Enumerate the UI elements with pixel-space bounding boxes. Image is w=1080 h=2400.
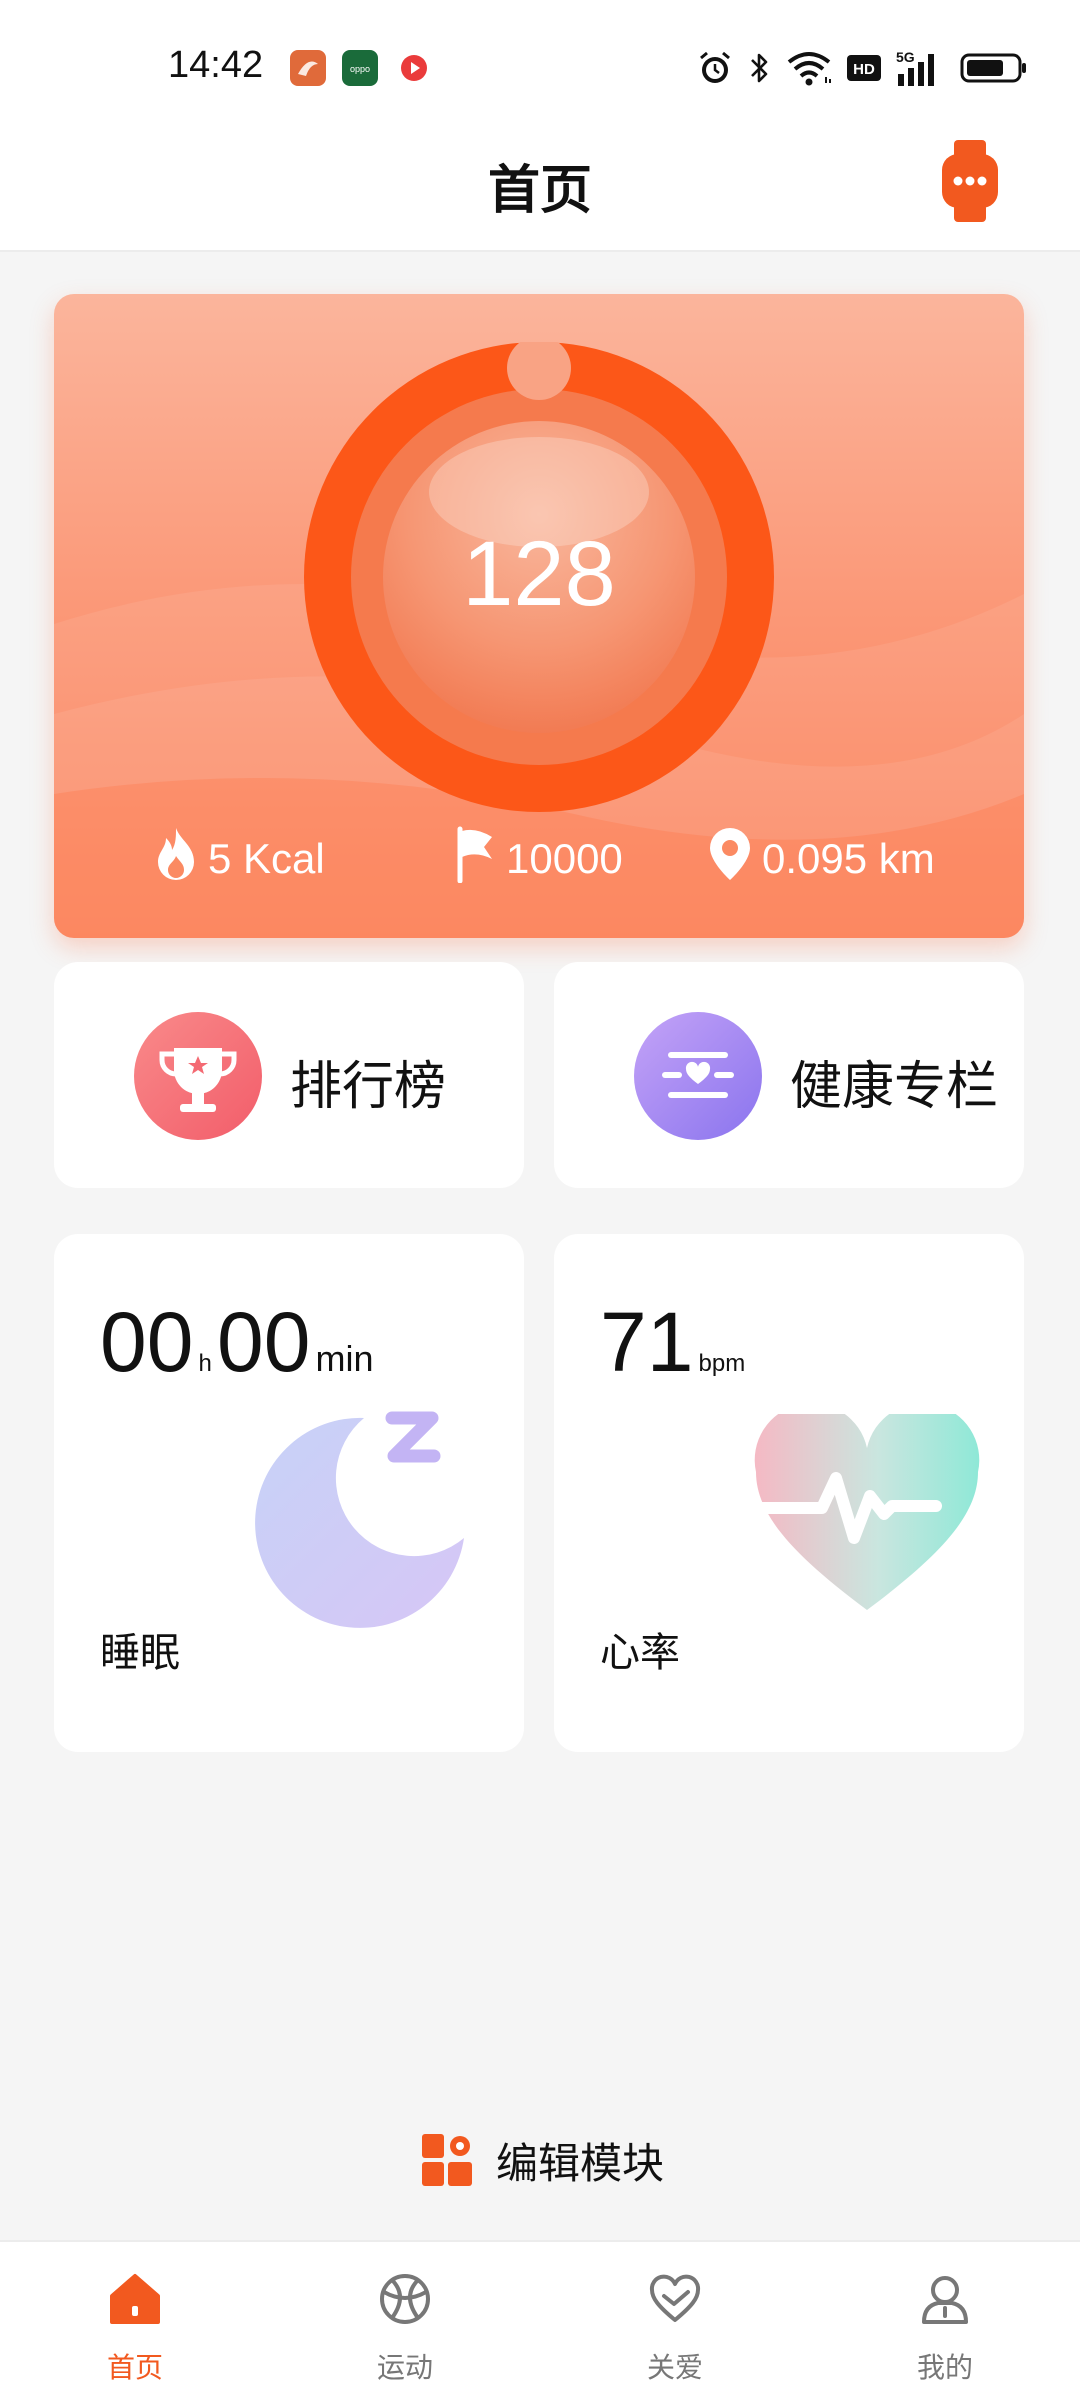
- sleep-label: 睡眠: [100, 1630, 180, 1676]
- heart-rate-reading: 71 bpm: [600, 1294, 745, 1391]
- system-status-icons: HD 5G: [696, 46, 1028, 90]
- oppo-app-icon: oppo: [342, 50, 378, 86]
- distance-value: 0.095 km: [762, 835, 935, 882]
- sleep-minutes: 00: [216, 1295, 311, 1389]
- distance-stat: 0.095 km: [708, 824, 935, 894]
- calories-value: 5 Kcal: [208, 835, 325, 882]
- signal-5g-icon: 5G: [896, 48, 946, 88]
- heart-pulse-icon: [752, 1414, 980, 1610]
- page-title: 首页: [487, 161, 592, 221]
- watch-icon[interactable]: [938, 138, 1002, 224]
- health-column-card[interactable]: 健康专栏: [554, 962, 1024, 1188]
- profile-icon: [922, 2276, 968, 2324]
- goal-stat: 10000: [454, 824, 623, 894]
- tab-sport-label: 运动: [376, 2351, 433, 2384]
- module-grid-icon: [422, 2134, 472, 2186]
- leaderboard-card[interactable]: 排行榜: [54, 962, 524, 1188]
- care-heart-icon: [649, 2274, 701, 2322]
- bluetooth-icon: [748, 48, 772, 88]
- heart-rate-label: 心率: [600, 1630, 680, 1676]
- alarm-icon: [696, 48, 734, 88]
- sleep-duration: 00 h 00 min: [100, 1294, 374, 1391]
- top-header: 首页: [0, 120, 1080, 252]
- calories-stat: 5 Kcal: [154, 824, 325, 894]
- activity-stats: 5 Kcal 10000 0.095 km: [54, 824, 1024, 894]
- battery-icon: [960, 48, 1028, 88]
- step-count: 128: [462, 523, 616, 625]
- tab-profile-label: 我的: [916, 2351, 973, 2384]
- bottom-tab-bar: 首页 运动 关爱 我的: [0, 2240, 1080, 2400]
- tab-care[interactable]: 关爱: [540, 2242, 810, 2400]
- sport-ball-icon: [380, 2274, 430, 2324]
- orange-app-icon: [290, 50, 326, 86]
- leaderboard-label: 排行榜: [290, 1057, 447, 1117]
- video-app-icon: [396, 50, 432, 86]
- svg-text:5G: 5G: [896, 49, 915, 65]
- health-column-icon: [634, 1012, 762, 1140]
- edit-module-label: 编辑模块: [496, 2138, 665, 2188]
- heart-rate-value: 71: [600, 1295, 694, 1389]
- svg-text:oppo: oppo: [350, 64, 370, 74]
- tab-home[interactable]: 首页: [0, 2242, 270, 2400]
- wifi-icon: [786, 48, 832, 88]
- flame-icon: [154, 826, 198, 892]
- edit-module-button[interactable]: 编辑模块: [420, 2130, 664, 2190]
- status-time: 14:42: [168, 44, 264, 86]
- status-bar: 14:42 oppo HD 5G: [0, 0, 1080, 120]
- sleep-card[interactable]: 00 h 00 min 睡眠: [54, 1234, 524, 1752]
- step-summary-card[interactable]: 128 5 Kcal 10000 0.095 km: [54, 294, 1024, 938]
- tab-care-label: 关爱: [646, 2351, 703, 2384]
- goal-value: 10000: [506, 835, 623, 882]
- health-column-label: 健康专栏: [790, 1057, 999, 1117]
- sleep-hours-unit: h: [198, 1350, 212, 1377]
- tab-home-label: 首页: [106, 2351, 163, 2384]
- trophy-icon: [134, 1012, 262, 1140]
- hd-icon: HD: [846, 48, 882, 88]
- home-icon: [110, 2274, 160, 2324]
- moon-sleep-icon: [255, 1411, 464, 1628]
- sleep-hours: 00: [100, 1295, 194, 1389]
- tab-sport[interactable]: 运动: [270, 2242, 540, 2400]
- tab-profile[interactable]: 我的: [810, 2242, 1080, 2400]
- sleep-minutes-unit: min: [315, 1338, 374, 1379]
- flag-icon: [454, 825, 496, 893]
- heart-rate-card[interactable]: 71 bpm 心率: [554, 1234, 1024, 1752]
- heart-rate-unit: bpm: [698, 1350, 746, 1377]
- svg-text:HD: HD: [853, 61, 875, 78]
- location-pin-icon: [708, 826, 752, 892]
